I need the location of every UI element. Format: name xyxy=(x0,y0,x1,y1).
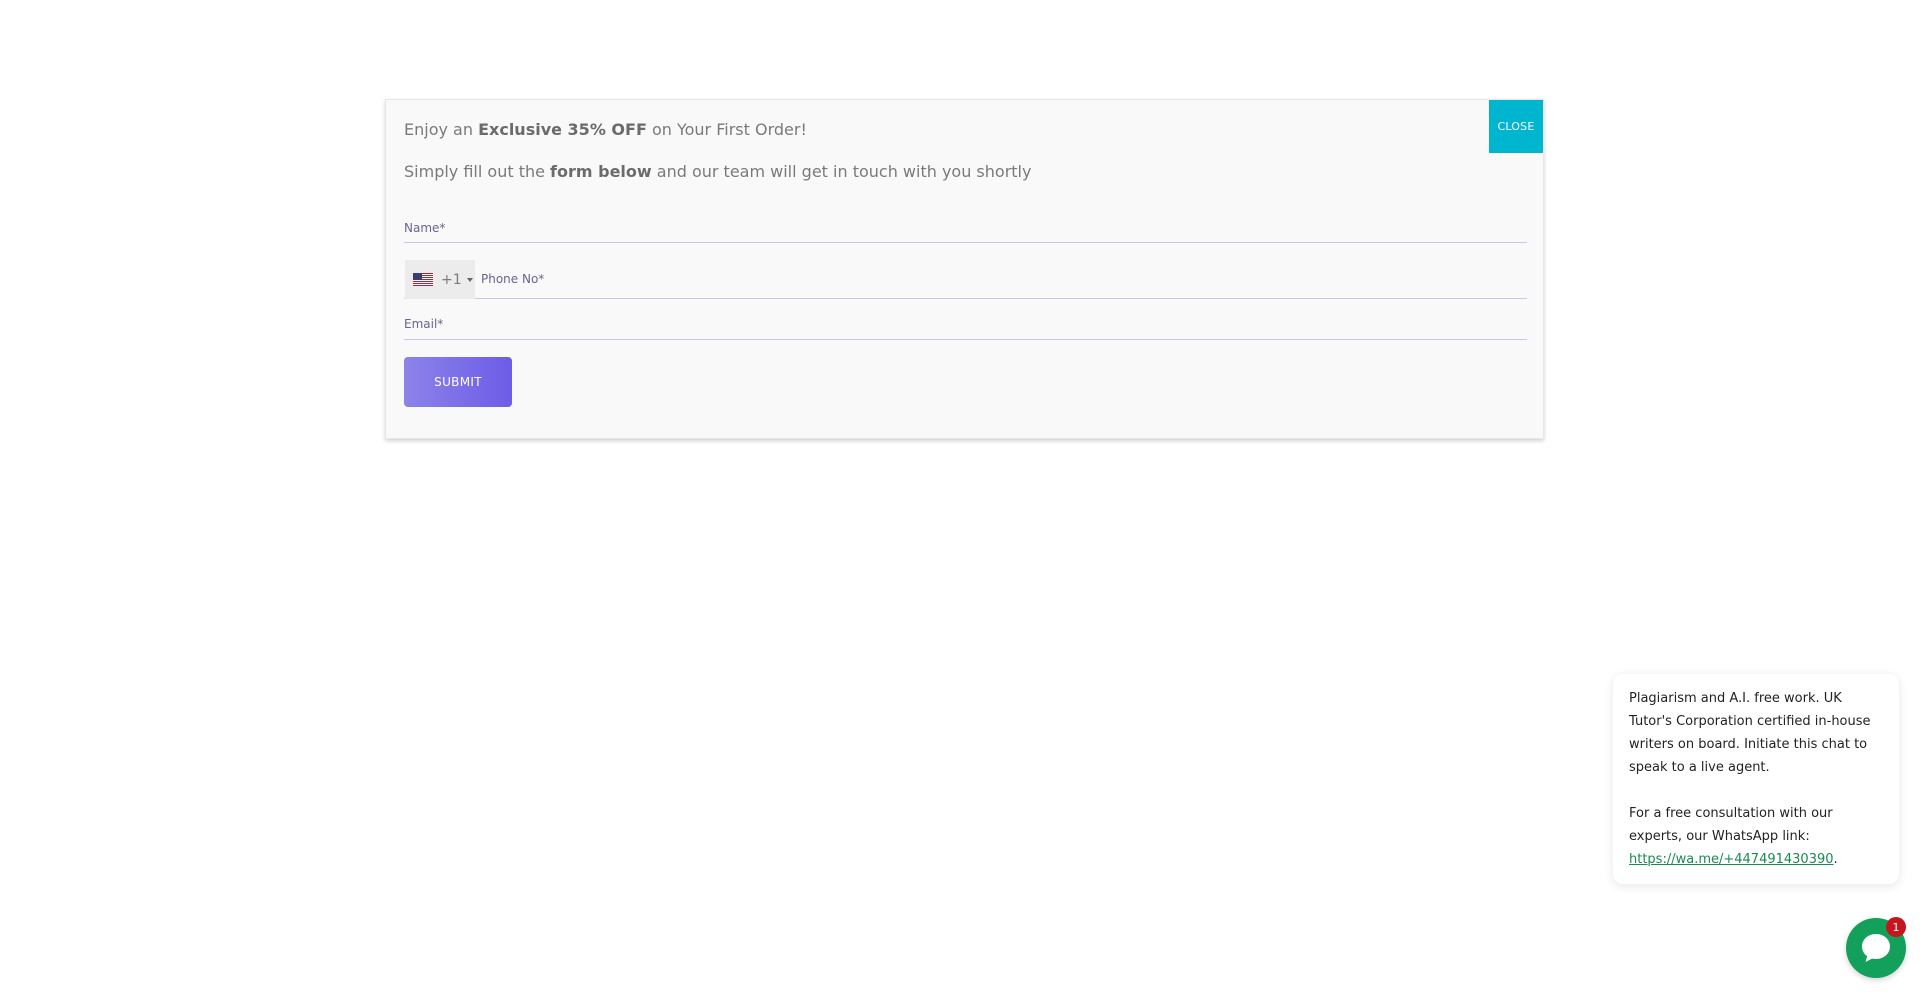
whatsapp-link[interactable]: https://wa.me/+447491430390 xyxy=(1629,852,1834,867)
headline-discount: Exclusive 35% OFF xyxy=(478,120,647,139)
phone-field-wrapper: +1 xyxy=(404,260,1527,299)
email-field-wrapper xyxy=(404,306,1527,340)
headline-prefix: Enjoy an xyxy=(404,120,479,139)
name-field[interactable] xyxy=(404,211,1527,242)
chevron-down-icon xyxy=(466,277,473,282)
chat-message-text: Plagiarism and A.I. free work. UK Tutor'… xyxy=(1629,691,1871,775)
chat-link-suffix: . xyxy=(1833,852,1838,867)
page: CLOSE Enjoy an Exclusive 35% OFF on Your… xyxy=(0,0,1920,993)
us-flag-icon xyxy=(413,273,433,286)
offer-headline: Enjoy an Exclusive 35% OFF on Your First… xyxy=(404,120,807,139)
subline-prefix: Simply fill out the xyxy=(404,162,551,181)
submit-button[interactable]: SUBMIT xyxy=(404,357,512,407)
offer-modal: CLOSE Enjoy an Exclusive 35% OFF on Your… xyxy=(385,99,1544,439)
chat-message-consultation: For a free consultation with our experts… xyxy=(1629,806,1833,844)
chat-message-bubble[interactable]: Plagiarism and A.I. free work. UK Tutor'… xyxy=(1613,674,1899,884)
subline-emphasis: form below xyxy=(550,162,652,181)
phone-field[interactable] xyxy=(481,260,1521,298)
chat-message-spacer xyxy=(1629,779,1883,802)
name-field-wrapper xyxy=(404,211,1527,243)
offer-subline: Simply fill out the form below and our t… xyxy=(404,162,1031,181)
email-field[interactable] xyxy=(404,306,1527,339)
notification-badge: 1 xyxy=(1886,917,1906,937)
headline-suffix: on Your First Order! xyxy=(646,120,807,139)
dial-code: +1 xyxy=(441,271,462,288)
chat-message-text-2: For a free consultation with our experts… xyxy=(1629,802,1883,871)
country-code-select[interactable]: +1 xyxy=(405,260,475,299)
chat-icon xyxy=(1862,934,1890,962)
subline-suffix: and our team will get in touch with you … xyxy=(651,162,1032,181)
close-button[interactable]: CLOSE xyxy=(1489,100,1543,153)
